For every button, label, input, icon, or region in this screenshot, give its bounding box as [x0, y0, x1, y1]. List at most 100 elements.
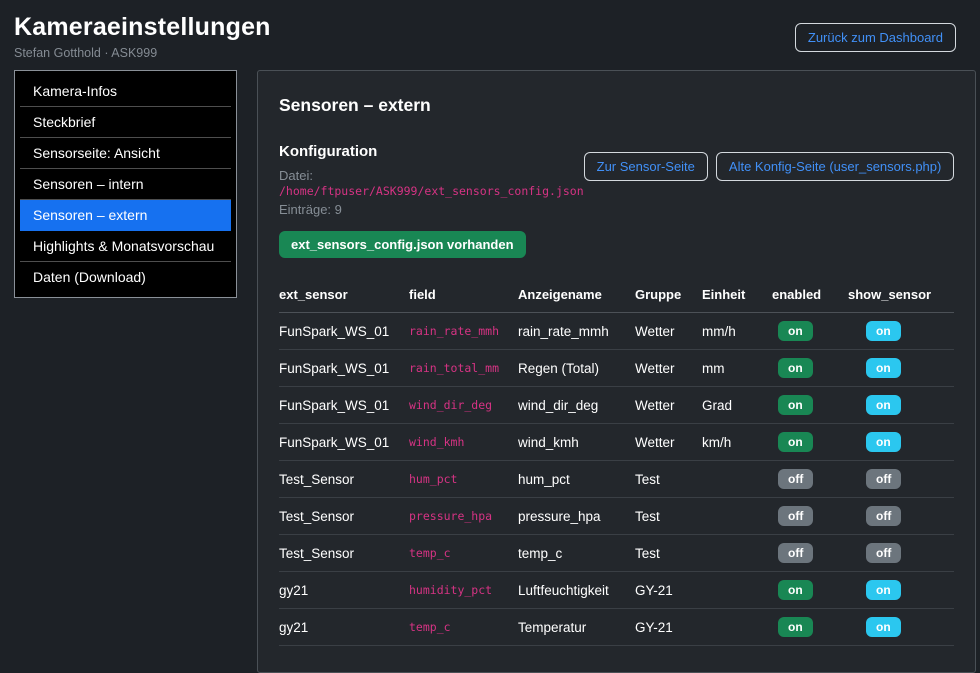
sidebar-nav: Kamera-InfosSteckbriefSensorseite: Ansic…	[14, 70, 237, 298]
sidebar-item[interactable]: Sensorseite: Ansicht	[20, 138, 231, 169]
enabled-toggle[interactable]: on	[778, 395, 813, 415]
cell-ext-sensor: Test_Sensor	[279, 461, 409, 498]
sensors-table-head: ext_sensorfieldAnzeigenameGruppeEinheite…	[279, 283, 954, 313]
enabled-cell: on	[772, 350, 848, 387]
table-row: FunSpark_WS_01wind_kmhwind_kmhWetterkm/h…	[279, 424, 954, 461]
enabled-cell: on	[772, 609, 848, 646]
show-sensor-cell: on	[848, 387, 954, 424]
sidebar-item-active[interactable]: Sensoren – extern	[20, 200, 231, 231]
show-sensor-toggle[interactable]: on	[866, 395, 901, 415]
table-row: FunSpark_WS_01wind_dir_degwind_dir_degWe…	[279, 387, 954, 424]
cell-gruppe: Test	[635, 535, 702, 572]
cell-field: rain_total_mm	[409, 350, 518, 387]
enabled-toggle[interactable]: on	[778, 617, 813, 637]
show-sensor-cell: off	[848, 461, 954, 498]
cell-ext-sensor: FunSpark_WS_01	[279, 387, 409, 424]
cell-field: hum_pct	[409, 461, 518, 498]
show-sensor-toggle[interactable]: on	[866, 617, 901, 637]
table-row: gy21humidity_pctLuftfeuchtigkeitGY-21 on o…	[279, 572, 954, 609]
show-sensor-toggle[interactable]: off	[866, 506, 901, 526]
config-status-badge: ext_sensors_config.json vorhanden	[279, 231, 526, 258]
config-info: Konfiguration Datei: /home/ftpuser/ASK99…	[279, 143, 584, 217]
column-header: enabled	[772, 283, 848, 313]
enabled-toggle[interactable]: on	[778, 580, 813, 600]
enabled-cell: on	[772, 424, 848, 461]
enabled-toggle[interactable]: on	[778, 321, 813, 341]
enabled-cell: on	[772, 387, 848, 424]
enabled-cell: on	[772, 313, 848, 350]
sidebar-item[interactable]: Daten (Download)	[20, 262, 231, 292]
config-buttons: Zur Sensor-Seite Alte Konfig-Seite (user…	[584, 152, 955, 181]
sidebar-item[interactable]: Kamera-Infos	[20, 76, 231, 107]
cell-ext-sensor: FunSpark_WS_01	[279, 350, 409, 387]
cell-anzeigename: rain_rate_mmh	[518, 313, 635, 350]
sidebar-item[interactable]: Highlights & Monatsvorschau	[20, 231, 231, 262]
cell-gruppe: Wetter	[635, 387, 702, 424]
show-sensor-cell: on	[848, 350, 954, 387]
config-file-line: Datei: /home/ftpuser/ASK999/ext_sensors_…	[279, 168, 584, 198]
cell-einheit	[702, 498, 772, 535]
show-sensor-toggle[interactable]: on	[866, 432, 901, 452]
sensor-page-button[interactable]: Zur Sensor-Seite	[584, 152, 708, 181]
cell-einheit	[702, 535, 772, 572]
enabled-toggle[interactable]: off	[778, 506, 813, 526]
back-to-dashboard-button[interactable]: Zurück zum Dashboard	[795, 23, 956, 52]
main-panel: Sensoren – extern Konfiguration Datei: /…	[257, 70, 976, 673]
show-sensor-cell: on	[848, 313, 954, 350]
sidebar-item[interactable]: Steckbrief	[20, 107, 231, 138]
config-file-path: /home/ftpuser/ASK999/ext_sensors_config.…	[279, 184, 584, 198]
cell-einheit	[702, 461, 772, 498]
cell-ext-sensor: gy21	[279, 572, 409, 609]
column-header: show_sensor	[848, 283, 954, 313]
column-header: Anzeigename	[518, 283, 635, 313]
cell-anzeigename: Luftfeuchtigkeit	[518, 572, 635, 609]
column-header: Gruppe	[635, 283, 702, 313]
config-row: Konfiguration Datei: /home/ftpuser/ASK99…	[279, 143, 954, 217]
cell-einheit	[702, 609, 772, 646]
show-sensor-toggle[interactable]: off	[866, 469, 901, 489]
cell-gruppe: Wetter	[635, 350, 702, 387]
sensors-table-body: FunSpark_WS_01rain_rate_mmhrain_rate_mmh…	[279, 313, 954, 646]
table-row: Test_Sensorpressure_hpapressure_hpaTesto…	[279, 498, 954, 535]
show-sensor-toggle[interactable]: on	[866, 321, 901, 341]
cell-field: wind_dir_deg	[409, 387, 518, 424]
cell-anzeigename: wind_kmh	[518, 424, 635, 461]
show-sensor-toggle[interactable]: on	[866, 580, 901, 600]
enabled-toggle[interactable]: off	[778, 543, 813, 563]
config-entries-count: 9	[335, 202, 342, 217]
config-entries-line: Einträge: 9	[279, 202, 584, 217]
column-header: field	[409, 283, 518, 313]
enabled-cell: on	[772, 572, 848, 609]
enabled-cell: off	[772, 461, 848, 498]
content-area: Kamera-InfosSteckbriefSensorseite: Ansic…	[0, 70, 980, 673]
cell-einheit: Grad	[702, 387, 772, 424]
config-entries-label: Einträge:	[279, 202, 331, 217]
sidebar-item[interactable]: Sensoren – intern	[20, 169, 231, 200]
show-sensor-toggle[interactable]: on	[866, 358, 901, 378]
cell-field: temp_c	[409, 609, 518, 646]
show-sensor-cell: on	[848, 572, 954, 609]
cell-anzeigename: pressure_hpa	[518, 498, 635, 535]
enabled-toggle[interactable]: on	[778, 432, 813, 452]
enabled-cell: off	[772, 535, 848, 572]
cell-gruppe: GY-21	[635, 609, 702, 646]
old-config-page-button[interactable]: Alte Konfig-Seite (user_sensors.php)	[716, 152, 954, 181]
header-titles: Kameraeinstellungen Stefan Gotthold · AS…	[14, 13, 271, 60]
cell-einheit	[702, 572, 772, 609]
config-file-label: Datei:	[279, 168, 313, 183]
column-header: Einheit	[702, 283, 772, 313]
cell-gruppe: GY-21	[635, 572, 702, 609]
enabled-toggle[interactable]: off	[778, 469, 813, 489]
table-row: Test_Sensorhum_pcthum_pctTestoffoff	[279, 461, 954, 498]
enabled-cell: off	[772, 498, 848, 535]
enabled-toggle[interactable]: on	[778, 358, 813, 378]
table-row: gy21temp_cTemperaturGY-21onon	[279, 609, 954, 646]
show-sensor-cell: on	[848, 424, 954, 461]
cell-anzeigename: Regen (Total)	[518, 350, 635, 387]
show-sensor-toggle[interactable]: off	[866, 543, 901, 563]
cell-field: humidity_pct	[409, 572, 518, 609]
cell-anzeigename: temp_c	[518, 535, 635, 572]
cell-gruppe: Wetter	[635, 313, 702, 350]
cell-gruppe: Test	[635, 461, 702, 498]
sensors-table: ext_sensorfieldAnzeigenameGruppeEinheite…	[279, 283, 954, 646]
